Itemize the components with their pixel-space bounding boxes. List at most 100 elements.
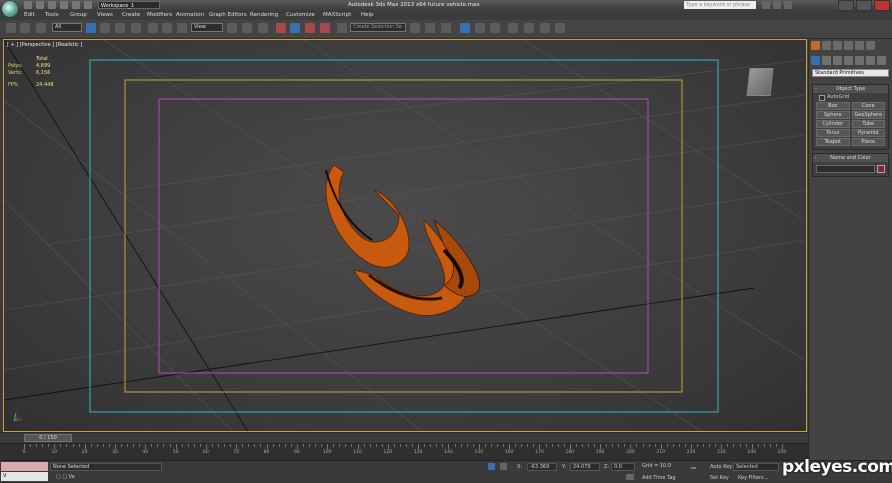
pivot-center-icon[interactable] (227, 23, 237, 33)
application-logo-button[interactable] (2, 1, 18, 17)
menu-animation[interactable]: Animation (176, 12, 204, 18)
display-tab-icon[interactable] (855, 41, 864, 50)
star-icon[interactable] (773, 1, 781, 9)
workspace-dropdown[interactable]: Workspace_1 (98, 1, 160, 9)
select-manipulate-icon[interactable] (242, 23, 252, 33)
y-coord-field[interactable]: 24.079 (570, 463, 600, 471)
selection-filter-dropdown[interactable]: All (52, 23, 82, 32)
motion-tab-icon[interactable] (844, 41, 853, 50)
viewport-label-menu[interactable]: [ + ] [Perspective ] [Realistic ] (7, 42, 82, 48)
close-button[interactable] (874, 0, 890, 11)
x-coord-field[interactable]: -63.369 (527, 463, 557, 471)
key-filter-selection-dropdown[interactable]: Selected (733, 463, 779, 471)
help-icon[interactable] (784, 1, 792, 9)
menu-group[interactable]: Group (70, 12, 87, 18)
scale-icon[interactable] (177, 23, 187, 33)
menu-tools[interactable]: Tools (45, 12, 59, 18)
create-tab-icon[interactable] (811, 41, 820, 50)
object-color-swatch[interactable] (877, 165, 885, 173)
maxscript-input-mini[interactable]: V (1, 472, 48, 481)
search-input[interactable]: Type a keyword or phrase (684, 1, 756, 9)
viewcube-icon[interactable] (746, 68, 774, 96)
align-icon[interactable] (425, 23, 435, 33)
maxscript-listener-mini[interactable] (1, 462, 48, 471)
material-editor-icon[interactable] (508, 23, 518, 33)
snaps-toggle-icon[interactable] (276, 23, 286, 33)
save-file-icon[interactable] (48, 1, 56, 9)
selection-lock-icon[interactable] (488, 463, 495, 470)
object-type-header[interactable]: - Object Type (813, 85, 888, 93)
select-by-name-icon[interactable] (100, 23, 110, 33)
auto-key-button[interactable]: Auto Key (710, 464, 732, 470)
bind-space-warp-icon[interactable] (36, 23, 46, 33)
window-crossing-icon[interactable] (131, 23, 141, 33)
geosphere-button[interactable]: GeoSphere (851, 111, 885, 119)
redo-icon[interactable] (72, 1, 80, 9)
object-name-input[interactable] (816, 165, 876, 173)
render-production-icon[interactable] (555, 23, 565, 33)
cylinder-button[interactable]: Cylinder (816, 120, 850, 128)
hierarchy-tab-icon[interactable] (833, 41, 842, 50)
utilities-tab-icon[interactable] (866, 41, 875, 50)
name-and-color-header[interactable]: - Name and Color (813, 154, 888, 162)
shapes-icon[interactable] (822, 56, 831, 65)
teapot-button[interactable]: Teapot (816, 138, 850, 146)
edit-named-selection-icon[interactable] (337, 23, 347, 33)
spinner-snap-icon[interactable] (320, 23, 330, 33)
new-file-icon[interactable] (24, 1, 32, 9)
schematic-view-icon[interactable] (490, 23, 500, 33)
geometry-icon[interactable] (811, 56, 820, 65)
modify-tab-icon[interactable] (822, 41, 831, 50)
lights-icon[interactable] (833, 56, 842, 65)
torus-button[interactable]: Torus (816, 129, 850, 137)
set-key-button[interactable]: Set Key (710, 475, 729, 481)
graphite-ribbon-icon[interactable] (460, 23, 470, 33)
rectangular-selection-icon[interactable] (115, 23, 125, 33)
absolute-mode-icon[interactable] (500, 463, 507, 470)
menu-customize[interactable]: Customize (286, 12, 315, 18)
key-filters-button[interactable]: Key Filters... (738, 475, 768, 481)
unlink-icon[interactable] (20, 23, 30, 33)
add-time-tag-button[interactable]: Add Time Tag (642, 475, 676, 481)
track-bar[interactable]: 0 10 20 30 40 50 60 70 80 90 100 110 120 130 140 150 160… (0, 443, 808, 461)
layer-manager-icon[interactable] (441, 23, 451, 33)
keyboard-shortcut-override-icon[interactable] (258, 23, 268, 33)
menu-edit[interactable]: Edit (24, 12, 35, 18)
time-slider[interactable]: 0 / 150 (24, 434, 72, 442)
box-button[interactable]: Box (816, 102, 850, 110)
named-selection-dropdown[interactable]: Create Selection Se (350, 23, 406, 32)
cameras-icon[interactable] (844, 56, 853, 65)
cone-button[interactable]: Cone (851, 102, 885, 110)
rendered-frame-window-icon[interactable] (540, 23, 550, 33)
menu-graph-editors[interactable]: Graph Editors (209, 12, 247, 18)
time-tag-icon[interactable] (626, 474, 634, 480)
move-icon[interactable] (148, 23, 158, 33)
mirror-icon[interactable] (410, 23, 420, 33)
primitive-category-dropdown[interactable]: Standard Primitives (812, 69, 889, 77)
select-object-icon[interactable] (86, 23, 96, 33)
menu-modifiers[interactable]: Modifiers (147, 12, 172, 18)
menu-help[interactable]: Help (361, 12, 374, 18)
future-vehicle-object[interactable] (325, 164, 481, 316)
menu-maxscript[interactable]: MAXScript (323, 12, 351, 18)
sphere-button[interactable]: Sphere (816, 111, 850, 119)
set-key-icon[interactable]: ⊸ (690, 464, 696, 472)
z-coord-field[interactable]: 0.0 (611, 463, 635, 471)
angle-snap-icon[interactable] (290, 23, 300, 33)
curve-editor-icon[interactable] (475, 23, 485, 33)
reference-coordinate-dropdown[interactable]: View (191, 23, 223, 32)
percent-snap-icon[interactable] (305, 23, 315, 33)
perspective-viewport[interactable]: [ + ] [Perspective ] [Realistic ] Total … (3, 39, 807, 432)
open-file-icon[interactable] (36, 1, 44, 9)
maximize-button[interactable] (856, 0, 872, 11)
pyramid-button[interactable]: Pyramid (851, 129, 885, 137)
autogrid-checkbox[interactable]: AutoGrid (813, 93, 888, 101)
render-setup-icon[interactable] (524, 23, 534, 33)
helpers-icon[interactable] (855, 56, 864, 65)
binoculars-icon[interactable] (762, 1, 770, 9)
space-warps-icon[interactable] (866, 56, 875, 65)
systems-icon[interactable] (877, 56, 886, 65)
link-icon[interactable] (6, 23, 16, 33)
menu-rendering[interactable]: Rendering (250, 12, 278, 18)
project-folder-icon[interactable] (84, 1, 92, 9)
